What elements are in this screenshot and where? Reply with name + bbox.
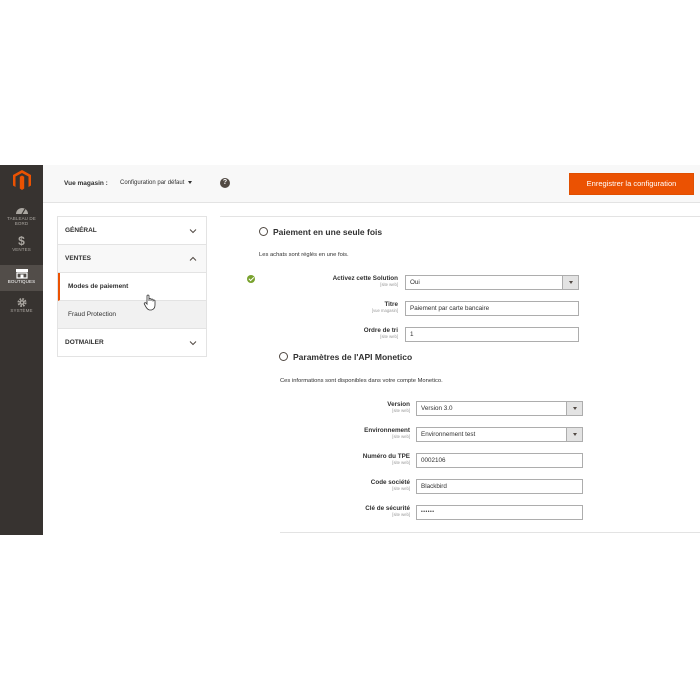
tab-item-payment-methods[interactable]: Modes de paiement: [58, 273, 206, 301]
dashboard-icon: [15, 208, 28, 215]
admin-screen: TABLEAU DE BORD $ VENTES BOUTIQUES SYSTÈ…: [0, 165, 700, 535]
nav-label: VENTES: [12, 247, 31, 252]
chevron-down-icon: [189, 341, 197, 346]
help-icon[interactable]: ?: [220, 178, 230, 188]
store-view-label: Vue magasin :: [64, 180, 108, 187]
nav-item-stores[interactable]: BOUTIQUES: [0, 265, 43, 291]
nav-item-system[interactable]: SYSTÈME: [0, 295, 43, 321]
company-code-input[interactable]: Blackbird: [416, 479, 583, 494]
tab-label: DOTMAILER: [65, 339, 104, 346]
section-title: Paramètres de l'API Monetico: [293, 352, 413, 362]
field-label-text: Titre: [384, 301, 398, 308]
checkmark-icon: [247, 275, 255, 283]
section-toggle-api-settings[interactable]: Paramètres de l'API Monetico: [279, 352, 412, 362]
collapse-icon: [279, 352, 288, 362]
nav-label: TABLEAU DE BORD: [7, 216, 36, 226]
field-scope: [site web]: [392, 434, 410, 439]
hand-cursor-icon: [143, 294, 156, 311]
tab-label: VENTES: [65, 255, 92, 262]
nav-label: SYSTÈME: [10, 308, 33, 313]
field-label-environment: Environnement [site web]: [290, 427, 410, 439]
tab-label: GÉNÉRAL: [65, 227, 97, 234]
nav-item-dashboard[interactable]: TABLEAU DE BORD: [0, 202, 43, 232]
section-divider: [220, 216, 700, 217]
field-label-company-code: Code société [site web]: [290, 479, 410, 491]
field-label-enable: Activez cette Solution [site web]: [278, 275, 398, 287]
field-label-version: Version [site web]: [290, 401, 410, 413]
chevron-up-icon: [189, 256, 197, 261]
admin-sidebar: TABLEAU DE BORD $ VENTES BOUTIQUES SYSTÈ…: [0, 165, 43, 535]
tab-item-fraud-protection[interactable]: Fraud Protection: [58, 301, 206, 329]
field-label-sort-order: Ordre de tri [site web]: [278, 327, 398, 339]
chevron-down-icon: [566, 428, 582, 441]
select-value: Version 3.0: [421, 405, 453, 412]
environment-select[interactable]: Environnement test: [416, 427, 583, 442]
magento-logo[interactable]: [12, 169, 32, 191]
field-label-text: Ordre de tri: [363, 327, 398, 334]
field-scope: [site web]: [392, 408, 410, 413]
nav-item-sales[interactable]: $ VENTES: [0, 234, 43, 260]
store-icon: [15, 269, 28, 279]
store-view-switcher[interactable]: Configuration par défaut: [120, 180, 193, 186]
field-scope: [site web]: [380, 334, 398, 339]
version-select[interactable]: Version 3.0: [416, 401, 583, 416]
collapse-icon: [259, 227, 268, 237]
enable-solution-select[interactable]: Oui: [405, 275, 579, 290]
field-scope: [site web]: [392, 460, 410, 465]
tab-item-label: Modes de paiement: [68, 283, 129, 290]
chevron-down-icon: [188, 180, 193, 184]
section-title: Paiement en une seule fois: [273, 227, 383, 237]
field-label-text: Activez cette Solution: [332, 275, 398, 282]
field-scope: [site web]: [392, 512, 410, 517]
title-input[interactable]: Paiement par carte bancaire: [405, 301, 579, 316]
field-label-text: Numéro du TPE: [362, 453, 410, 460]
select-value: Environnement test: [421, 431, 476, 438]
select-value: Oui: [410, 279, 420, 286]
section-note: Les achats sont réglés en une fois.: [259, 252, 349, 258]
section-toggle-single-payment[interactable]: Paiement en une seule fois: [259, 227, 382, 237]
save-config-button[interactable]: Enregistrer la configuration: [569, 173, 694, 195]
gear-icon: [16, 297, 27, 308]
security-key-input[interactable]: ••••••: [416, 505, 583, 520]
tpe-number-input[interactable]: 0002106: [416, 453, 583, 468]
chevron-down-icon: [189, 229, 197, 234]
field-scope: [vue magasin]: [371, 308, 398, 313]
field-label-text: Clé de sécurité: [365, 505, 410, 512]
field-label-text: Code société: [370, 479, 410, 486]
tab-dotmailer[interactable]: DOTMAILER: [58, 329, 206, 357]
section-divider: [280, 532, 700, 533]
field-label-tpe-number: Numéro du TPE [site web]: [290, 453, 410, 465]
store-view-value: Configuration par défaut: [120, 180, 185, 186]
field-scope: [site web]: [392, 486, 410, 491]
field-label-security-key: Clé de sécurité [site web]: [290, 505, 410, 517]
section-note: Ces informations sont disponibles dans v…: [280, 378, 443, 384]
chevron-down-icon: [562, 276, 578, 289]
field-label-text: Environnement: [364, 427, 410, 434]
config-tabs: GÉNÉRAL VENTES Modes de paiement Fraud P…: [57, 216, 207, 357]
page-header: Vue magasin : Configuration par défaut ?…: [43, 165, 700, 203]
tab-ventes[interactable]: VENTES: [58, 245, 206, 273]
field-label-text: Version: [387, 401, 410, 408]
chevron-down-icon: [566, 402, 582, 415]
nav-label: BOUTIQUES: [7, 279, 36, 284]
tab-general[interactable]: GÉNÉRAL: [58, 217, 206, 245]
field-scope: [site web]: [380, 282, 398, 287]
sort-order-input[interactable]: 1: [405, 327, 579, 342]
dollar-icon: $: [18, 234, 25, 248]
field-label-title: Titre [vue magasin]: [278, 301, 398, 313]
tab-item-label: Fraud Protection: [68, 311, 117, 318]
